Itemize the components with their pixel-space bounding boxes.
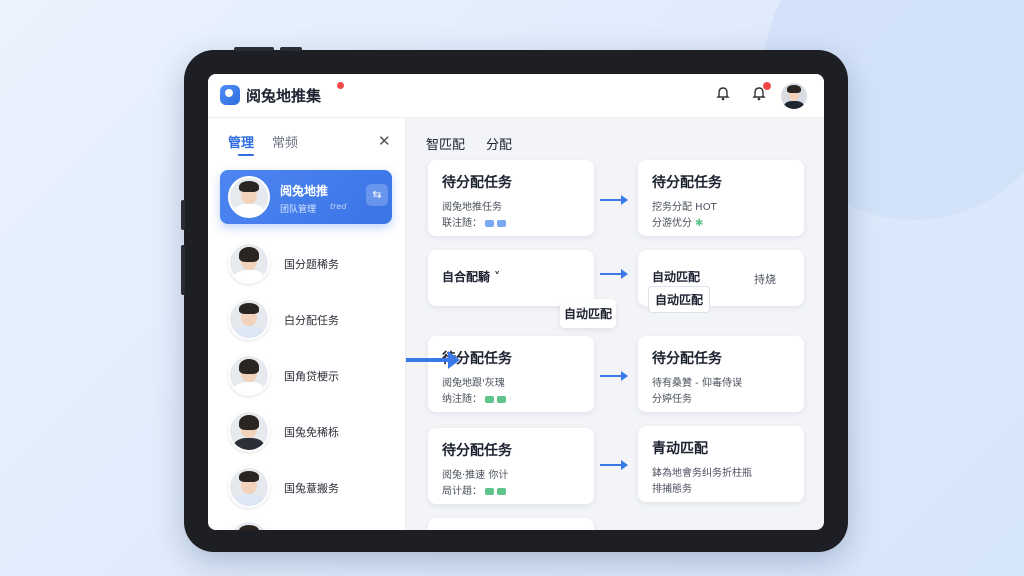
arrow-right-icon [600,195,628,205]
card-extra: 持烧 [754,273,776,286]
chip-icon [497,395,506,403]
avatar [228,176,270,218]
card-line: 纳注随： [442,394,482,405]
card-line: 联注随： [442,218,482,229]
close-icon[interactable]: ✕ [378,132,391,150]
member-label: 国角贷梗示 [284,370,339,383]
card-title: 待分配任务 [442,443,512,459]
member-label: 国分题稀务 [284,258,339,271]
avatar [228,354,270,396]
tab-manage[interactable]: 管理 [228,132,254,151]
card-line: 阅兔地跟'灰瑰 [442,378,505,389]
task-card[interactable]: 待分配任务 阅兔地推任务 联注随： [428,160,594,236]
task-card[interactable]: 待分配任务 挖务分配 HOT 分游优分 ✱ [638,160,804,236]
avatar [228,298,270,340]
card-line-row: 联注随： [442,214,506,229]
sidebar: 管理 常频 ✕ 阅兔地推 团队管理 tred ⇆ 国分题稀务 白分配任务 国角贷… [208,118,406,530]
team-name: 阅兔地推 [280,184,329,198]
top-bar: 阅兔地推集 [208,74,824,118]
member-label: 国兔免稀栎 [284,426,339,439]
chip-icon [497,487,506,495]
section-header-assign: 分配 [486,138,513,153]
bell-icon[interactable] [714,86,732,104]
task-card[interactable] [428,518,594,530]
chip-icon [485,219,494,227]
card-line-row: 局计趙： [442,482,506,497]
team-sub: 团队管理 [280,205,317,215]
card-title: 青动匹配 [652,441,708,457]
member-item[interactable]: 白分配任务 [228,298,388,342]
member-label: 国兔薏搬务 [284,482,339,495]
card-line: 排捕態务 [652,484,692,495]
tablet-button [181,245,185,295]
tablet-frame: 阅兔地推集 管理 常频 ✕ 阅兔地推 团队管理 tred ⇆ 国分题稀务 白分配… [181,47,848,552]
app-title: 阅兔地推集 [246,87,322,105]
arrow-right-icon [600,460,628,470]
team-sub-extra: tred [330,202,347,211]
chip-icon [485,395,494,403]
card-line-row: 分游优分 ✱ [652,214,703,229]
task-card[interactable]: 待分配任务 待有桑贊 - 仰毒侍误 分婷任务 [638,336,804,412]
app-logo [220,85,240,105]
card-line: 挖务分配 HOT [652,202,717,213]
card-line-row: 纳注随： [442,390,506,405]
star-icon: ✱ [695,218,704,229]
member-item[interactable] [228,520,388,530]
tablet-button [280,47,302,51]
task-card[interactable]: 自合配騎 ˅ [428,250,594,306]
selected-team-card[interactable]: 阅兔地推 团队管理 tred ⇆ [220,170,392,224]
card-line: 阅兔地推任务 [442,202,502,213]
card-line: 分婷任务 [652,394,692,405]
tab-frequent[interactable]: 常频 [272,132,298,151]
section-header-match: 智匹配 [426,138,466,153]
chip-icon [497,219,506,227]
tablet-button [181,200,185,230]
app-screen: 阅兔地推集 管理 常频 ✕ 阅兔地推 团队管理 tred ⇆ 国分题稀务 白分配… [208,74,824,530]
card-title: 自合配騎 ˅ [442,270,501,284]
avatar [228,466,270,508]
card-line: 待有桑贊 - 仰毒侍误 [652,378,742,389]
card-title: 待分配任务 [652,351,722,367]
auto-match-tag: 自动匹配 [648,286,711,313]
task-card[interactable]: 待分配任务 阅兔·推速 你计 局计趙： [428,428,594,504]
card-title: 自动匹配 [652,270,701,284]
tablet-button [234,47,274,51]
member-label: 白分配任务 [284,314,339,327]
auto-match-label: 自动匹配 [560,299,617,328]
notification-dot [337,82,344,89]
card-line: 分游优分 [652,218,692,229]
arrow-right-icon [600,269,628,279]
tab-underline [238,154,254,156]
task-card[interactable]: 待分配任务 阅兔地跟'灰瑰 纳注随： [428,336,594,412]
arrow-right-icon [600,371,628,381]
card-line: 鉢為地會务纠务折柱瓶 [652,468,752,479]
avatar [228,520,270,530]
member-item[interactable]: 国兔薏搬务 [228,466,388,510]
avatar [228,242,270,284]
member-item[interactable]: 国分题稀务 [228,242,388,286]
avatar [228,410,270,452]
card-title: 待分配任务 [652,175,722,191]
swap-icon[interactable]: ⇆ [366,184,388,206]
task-card[interactable]: 青动匹配 鉢為地會务纠务折柱瓶 排捕態务 [638,426,804,502]
member-item[interactable]: 国兔免稀栎 [228,410,388,454]
member-item[interactable]: 国角贷梗示 [228,354,388,398]
card-line: 局计趙： [442,486,482,497]
big-arrow-right-icon [406,351,460,369]
user-avatar[interactable] [781,83,807,109]
card-line: 阅兔·推速 你计 [442,470,509,481]
notification-badge [763,82,771,90]
card-title: 待分配任务 [442,175,512,191]
chip-icon [485,487,494,495]
